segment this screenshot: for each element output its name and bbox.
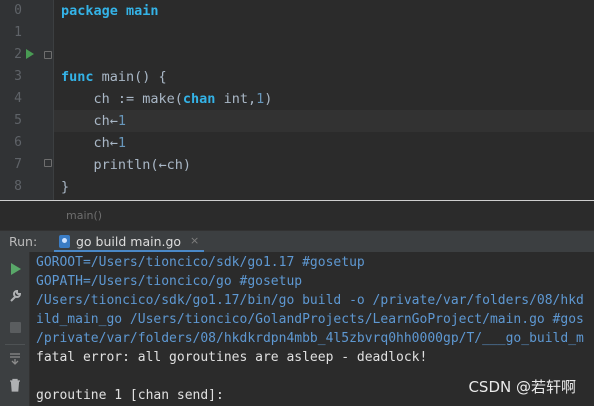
console-line: GOROOT=/Users/tioncico/sdk/go1.17 #goset… — [36, 255, 365, 270]
rerun-icon[interactable] — [11, 263, 21, 275]
code-line[interactable]: ch := make(chan int,1) — [61, 88, 273, 110]
trash-icon[interactable] — [8, 378, 22, 392]
console-line: fatal error: all goroutines are asleep -… — [36, 350, 428, 365]
breadcrumb-bar: main() — [0, 200, 594, 230]
line-number: 0 — [14, 3, 22, 18]
wrench-icon[interactable] — [8, 289, 22, 303]
console-line: /private/var/folders/08/hkdkrdpn4mbb_4l5… — [36, 331, 584, 346]
code-token: ch← — [61, 135, 118, 151]
console-line: ild_main_go /Users/tioncico/GolandProjec… — [36, 312, 584, 327]
run-panel-header: Run: go build main.go × — [0, 230, 594, 253]
code-area[interactable]: package main func main() { ch := make(cha… — [54, 0, 594, 200]
line-number: 6 — [14, 135, 22, 150]
code-token: ) — [264, 91, 273, 107]
fold-icon[interactable] — [44, 159, 52, 167]
stop-icon[interactable] — [10, 322, 21, 333]
code-token: println(←ch) — [61, 157, 192, 173]
code-token: main() { — [101, 69, 167, 85]
code-token: chan — [182, 91, 216, 107]
code-token: 1 — [117, 113, 127, 129]
code-token: ch := make( — [61, 91, 183, 107]
code-line[interactable]: println(←ch) — [61, 154, 192, 176]
watermark: CSDN @若轩啊 — [468, 378, 576, 396]
line-number: 3 — [14, 69, 22, 84]
code-line[interactable]: ch←1 — [61, 132, 127, 154]
line-number: 8 — [14, 179, 22, 194]
run-tab[interactable]: go build main.go × — [54, 231, 204, 253]
line-number: 4 — [14, 91, 22, 106]
run-gutter-icon[interactable] — [26, 49, 34, 59]
code-token: ch← — [61, 113, 118, 129]
code-token: int, — [215, 91, 257, 107]
console-line: /Users/tioncico/sdk/go1.17/bin/go build … — [36, 293, 584, 308]
go-file-icon — [59, 235, 70, 248]
code-token: 1 — [117, 135, 127, 151]
current-line-highlight — [54, 110, 594, 132]
code-token: } — [61, 179, 70, 195]
toolbar-separator — [5, 344, 25, 345]
line-number: 7 — [14, 157, 22, 172]
code-token: func — [61, 69, 102, 85]
close-icon[interactable]: × — [190, 234, 199, 247]
console-line: goroutine 1 [chan send]: — [36, 388, 224, 403]
run-label: Run: — [9, 234, 38, 249]
code-line[interactable]: ch←1 — [61, 110, 127, 132]
code-token: package — [61, 3, 127, 19]
code-editor[interactable]: 0123456789 package mainfunc main() { ch … — [0, 0, 594, 216]
console-line: GOPATH=/Users/tioncico/go #gosetup — [36, 274, 303, 289]
code-token: main — [126, 3, 159, 19]
line-number: 5 — [14, 113, 22, 128]
code-line[interactable]: package main — [61, 0, 159, 22]
code-line[interactable]: func main() { — [61, 66, 167, 88]
run-toolbar — [0, 252, 30, 406]
scroll-to-end-icon[interactable] — [8, 352, 22, 366]
line-number: 2 — [14, 47, 22, 62]
code-token: 1 — [256, 91, 265, 107]
breadcrumb[interactable]: main() — [66, 209, 102, 222]
run-tab-label: go build main.go — [76, 234, 182, 249]
fold-icon[interactable] — [44, 51, 52, 59]
line-number: 1 — [14, 25, 22, 40]
code-line[interactable]: } — [61, 176, 69, 198]
